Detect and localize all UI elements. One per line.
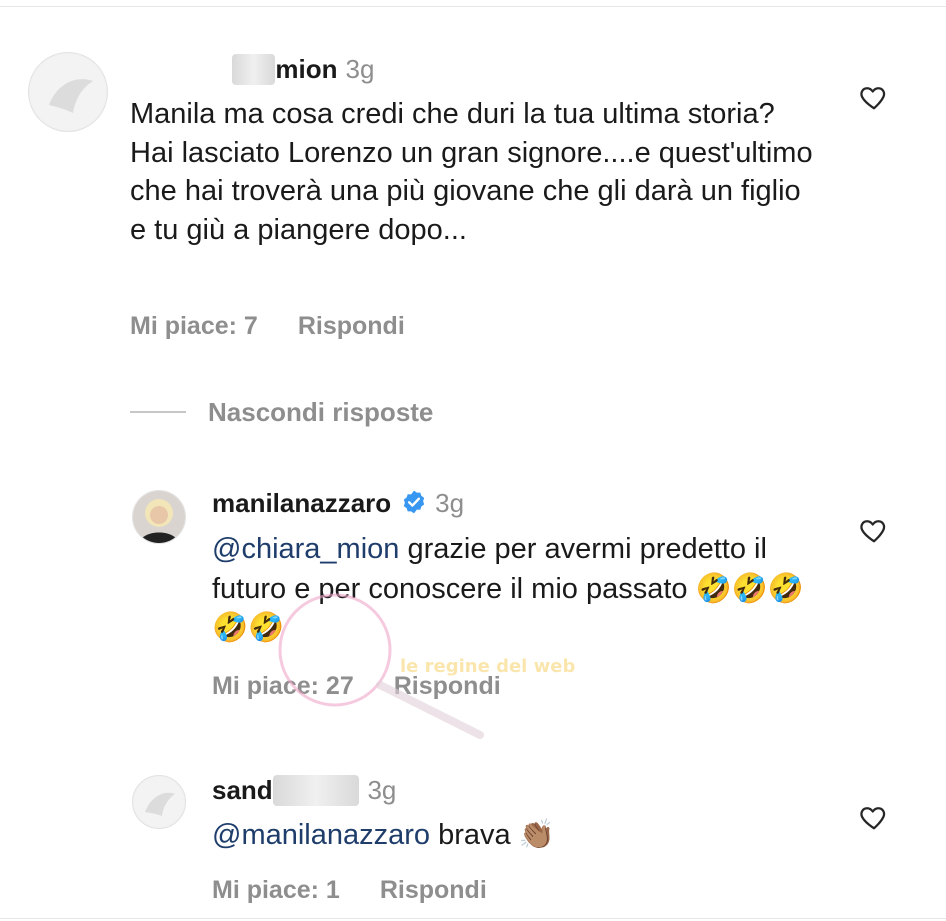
avatar[interactable]: [132, 490, 186, 544]
reply-time: 3g: [435, 488, 465, 518]
reply-time: 3g: [367, 775, 397, 805]
heart-icon[interactable]: [859, 82, 889, 112]
comment-meta: Mi piace: 7 Rispondi: [130, 312, 405, 341]
reply-meta: Mi piace: 1 Rispondi: [212, 876, 487, 905]
replies-divider: [130, 411, 186, 413]
likes-count[interactable]: Mi piace: 1: [212, 876, 340, 904]
heart-icon[interactable]: [859, 515, 889, 545]
reply-username[interactable]: sandxxxxxx3g: [212, 775, 396, 806]
default-avatar-icon: [30, 54, 106, 130]
avatar[interactable]: [28, 52, 108, 132]
blurred-username: xxxxxx: [272, 775, 360, 806]
reply-button[interactable]: Rispondi: [394, 672, 501, 700]
reply-username[interactable]: manilanazzaro 3g: [212, 488, 464, 519]
comment-username[interactable]: xxxmion3g: [232, 54, 374, 85]
heart-icon[interactable]: [859, 802, 889, 832]
emoji: 👏🏽: [518, 817, 555, 851]
mention-link[interactable]: @chiara_mion: [212, 533, 399, 565]
likes-count[interactable]: Mi piace: 27: [212, 672, 354, 700]
default-avatar-icon: [134, 777, 184, 827]
avatar[interactable]: [132, 775, 186, 829]
likes-count[interactable]: Mi piace: 7: [130, 312, 258, 340]
reply-meta: Mi piace: 27 Rispondi: [212, 672, 501, 701]
bottom-divider: [0, 918, 946, 919]
reply-button[interactable]: Rispondi: [298, 312, 405, 340]
mention-link[interactable]: @manilanazzaro: [212, 819, 430, 851]
blurred-username: xxx: [232, 54, 276, 85]
top-divider: [0, 6, 946, 7]
comment-text: Manila ma cosa credi che duri la tua ult…: [130, 98, 813, 246]
profile-photo: [133, 491, 185, 543]
reply-text: @chiara_mion grazie per avermi predetto …: [212, 533, 804, 644]
comment-time: 3g: [345, 54, 375, 84]
reply-text: @manilanazzaro brava 👏🏽: [212, 817, 555, 851]
reply-button[interactable]: Rispondi: [380, 876, 487, 904]
hide-replies-button[interactable]: Nascondi risposte: [208, 397, 433, 428]
verified-badge-icon: [403, 490, 425, 514]
